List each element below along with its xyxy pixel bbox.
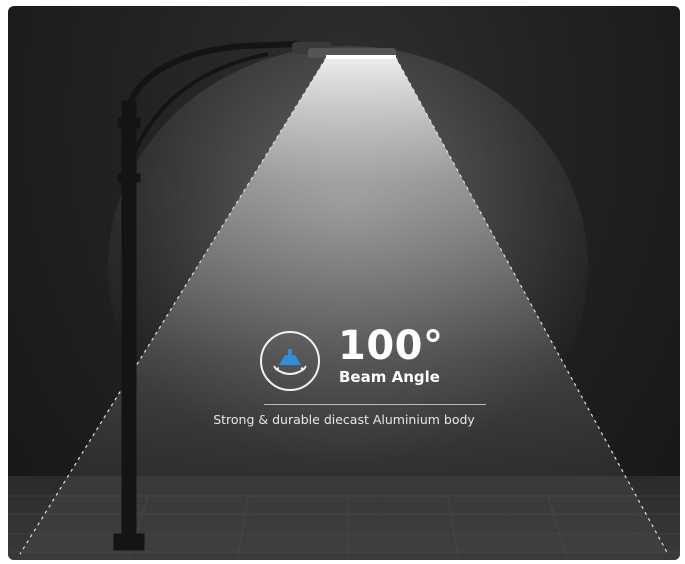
street-lamp-scene bbox=[8, 41, 680, 560]
beam-glow bbox=[108, 46, 588, 486]
product-image: 100° Beam Angle Strong & durable diecast… bbox=[8, 6, 680, 560]
